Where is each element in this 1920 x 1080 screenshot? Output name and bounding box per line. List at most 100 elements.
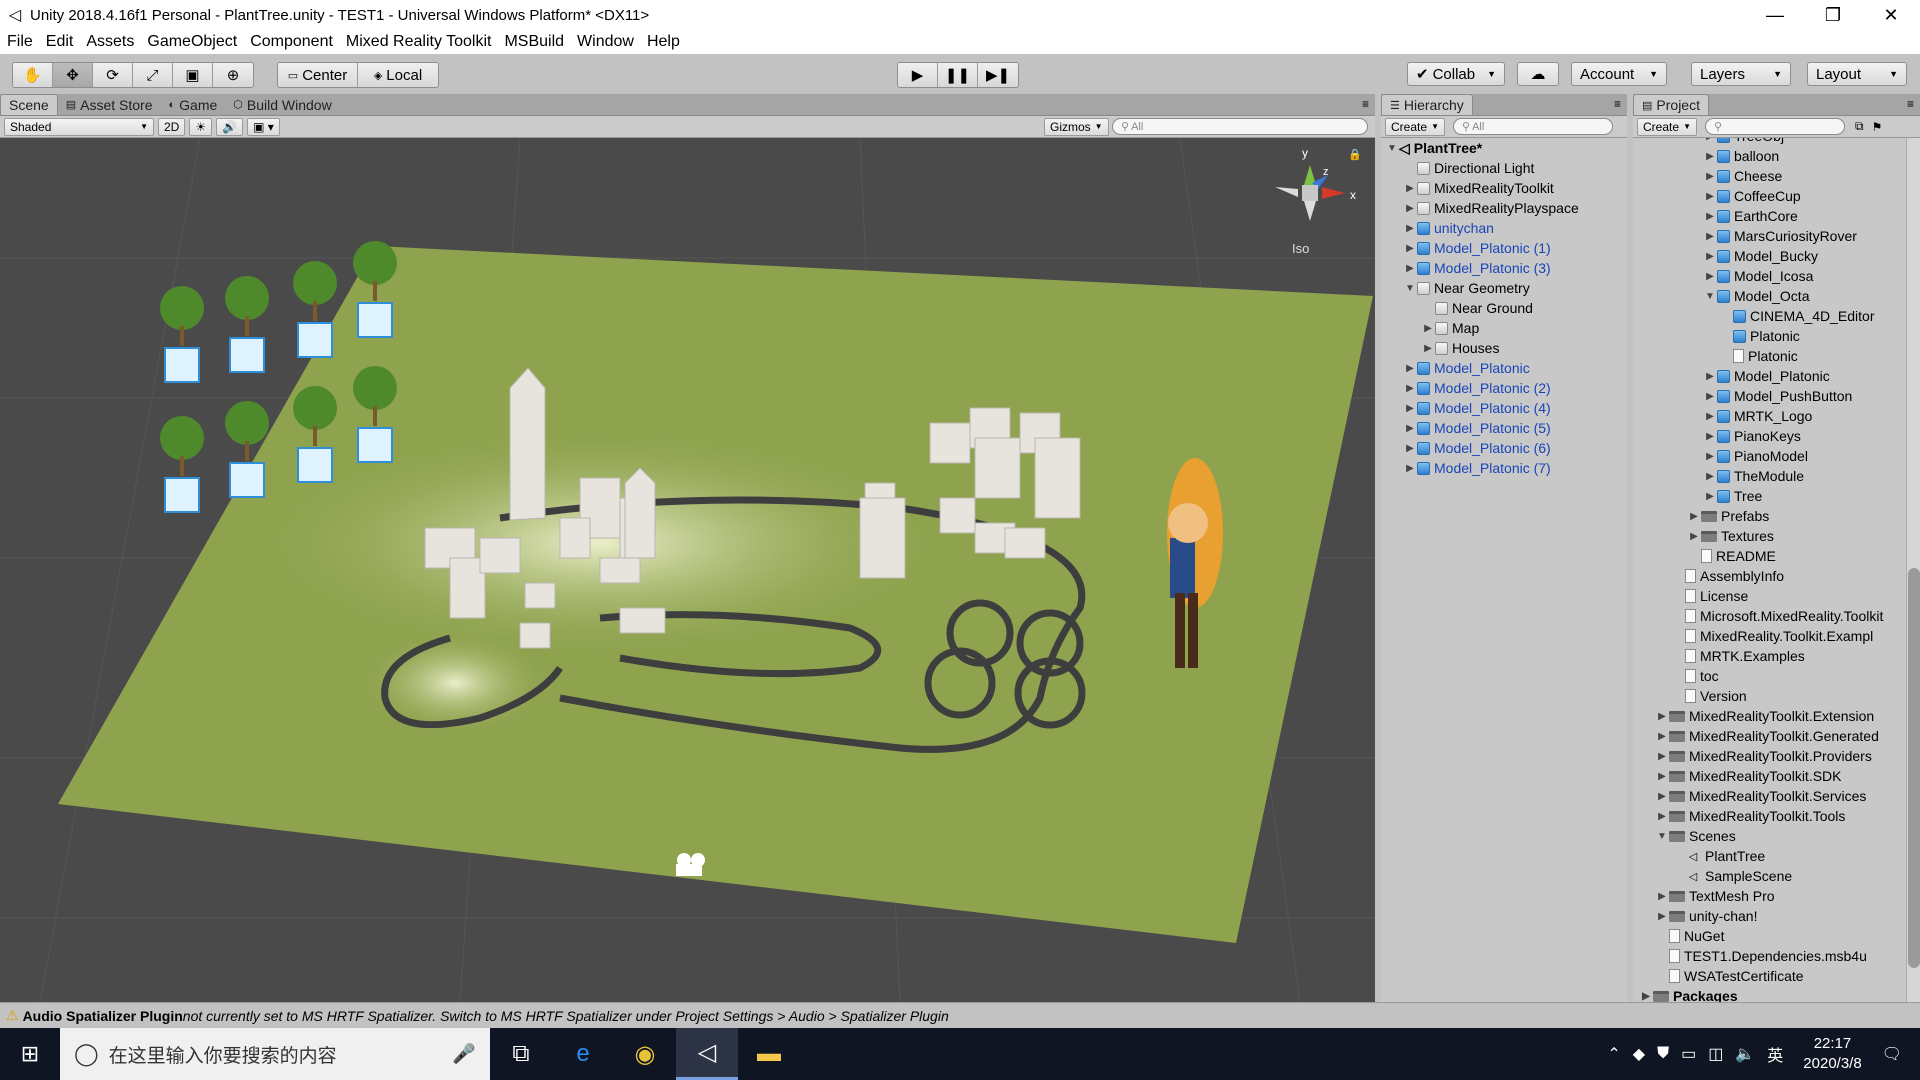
- shield-icon[interactable]: ⛊: [1657, 1045, 1669, 1063]
- hierarchy-create-dropdown[interactable]: Create ▼: [1385, 117, 1445, 136]
- project-item[interactable]: ▶ Cheese: [1633, 166, 1920, 186]
- expand-arrow-icon[interactable]: ▶: [1421, 323, 1435, 334]
- hierarchy-item[interactable]: Directional Light: [1381, 158, 1627, 178]
- project-item[interactable]: NuGet: [1633, 926, 1920, 946]
- expand-arrow-icon[interactable]: ▶: [1703, 411, 1717, 422]
- project-item[interactable]: ◁ PlantTree: [1633, 846, 1920, 866]
- taskbar-search-input[interactable]: ◯ 在这里输入你要搜索的内容 🎤: [60, 1028, 490, 1080]
- project-item[interactable]: Platonic: [1633, 326, 1920, 346]
- hierarchy-item[interactable]: ▶ Model_Platonic (3): [1381, 258, 1627, 278]
- project-item[interactable]: ▶ Prefabs: [1633, 506, 1920, 526]
- unity-app-icon[interactable]: ◁: [676, 1028, 738, 1080]
- shading-dropdown[interactable]: Shaded ▼: [4, 117, 154, 136]
- rect-tool-icon[interactable]: ▣: [173, 63, 213, 87]
- scene-viewport[interactable]: y z x Iso 🔒: [0, 138, 1375, 1002]
- collab-dropdown[interactable]: ✔ Collab ▼: [1407, 62, 1505, 86]
- expand-arrow-icon[interactable]: ▶: [1655, 811, 1669, 822]
- transform-tool-icon[interactable]: ⊕: [213, 63, 253, 87]
- menu-edit[interactable]: Edit: [39, 33, 80, 51]
- cloud-button[interactable]: ☁: [1517, 62, 1559, 86]
- project-item[interactable]: ▶ TextMesh Pro: [1633, 886, 1920, 906]
- ime-indicator[interactable]: 英: [1767, 1042, 1783, 1066]
- play-icon[interactable]: ▶: [898, 63, 938, 87]
- project-item[interactable]: toc: [1633, 666, 1920, 686]
- pivot-local-button[interactable]: ◈ Local: [358, 63, 438, 87]
- hierarchy-item[interactable]: ▶ Houses: [1381, 338, 1627, 358]
- project-item[interactable]: ▶ EarthCore: [1633, 206, 1920, 226]
- project-item[interactable]: ▶ Textures: [1633, 526, 1920, 546]
- audio-toggle-icon[interactable]: 🔊: [216, 117, 244, 136]
- project-item[interactable]: ▼ Scenes: [1633, 826, 1920, 846]
- expand-arrow-icon[interactable]: ▶: [1639, 991, 1653, 1002]
- project-item[interactable]: ▶ PianoKeys: [1633, 426, 1920, 446]
- minimize-button[interactable]: —: [1746, 0, 1804, 30]
- hierarchy-item[interactable]: ▶ Model_Platonic (7): [1381, 458, 1627, 478]
- expand-arrow-icon[interactable]: ▶: [1703, 138, 1717, 142]
- project-item[interactable]: ▶ Tree: [1633, 486, 1920, 506]
- project-item[interactable]: Version: [1633, 686, 1920, 706]
- tab-scene[interactable]: Scene: [0, 94, 58, 115]
- expand-arrow-icon[interactable]: ▼: [1385, 143, 1399, 154]
- project-item[interactable]: CINEMA_4D_Editor: [1633, 306, 1920, 326]
- file-explorer-icon[interactable]: ▬: [738, 1028, 800, 1080]
- project-item[interactable]: ▶ MixedRealityToolkit.Services: [1633, 786, 1920, 806]
- project-item[interactable]: ▶ balloon: [1633, 146, 1920, 166]
- expand-arrow-icon[interactable]: ▶: [1403, 403, 1417, 414]
- hierarchy-item[interactable]: ▶ Model_Platonic (6): [1381, 438, 1627, 458]
- expand-arrow-icon[interactable]: ▶: [1655, 911, 1669, 922]
- lock-icon[interactable]: 🔒: [1348, 148, 1362, 161]
- project-item[interactable]: ▶ MixedRealityToolkit.Tools: [1633, 806, 1920, 826]
- project-item[interactable]: ▶ CoffeeCup: [1633, 186, 1920, 206]
- project-item[interactable]: ▶ Model_Icosa: [1633, 266, 1920, 286]
- menu-msbuild[interactable]: MSBuild: [497, 33, 570, 51]
- status-bar[interactable]: ⚠ Audio Spatializer Plugin not currently…: [0, 1002, 1920, 1028]
- project-scrollbar[interactable]: [1906, 138, 1920, 1002]
- hierarchy-root-scene[interactable]: ▼ ◁ PlantTree*: [1381, 138, 1627, 158]
- expand-arrow-icon[interactable]: ▶: [1655, 751, 1669, 762]
- hierarchy-item[interactable]: Near Ground: [1381, 298, 1627, 318]
- hierarchy-item[interactable]: ▶ Model_Platonic (1): [1381, 238, 1627, 258]
- project-create-dropdown[interactable]: Create ▼: [1637, 117, 1697, 136]
- panel-menu-icon[interactable]: ≡: [1362, 97, 1369, 111]
- project-menu-icon[interactable]: ≡: [1907, 97, 1914, 111]
- taskbar-clock[interactable]: 22:17 2020/3/8: [1803, 1034, 1861, 1074]
- expand-arrow-icon[interactable]: ▶: [1703, 231, 1717, 242]
- expand-arrow-icon[interactable]: ▶: [1655, 891, 1669, 902]
- task-view-icon[interactable]: ⧉: [490, 1028, 552, 1080]
- project-item[interactable]: ▶ MixedRealityToolkit.Generated: [1633, 726, 1920, 746]
- expand-arrow-icon[interactable]: ▶: [1703, 151, 1717, 162]
- filter-type-icon[interactable]: ⧉: [1855, 119, 1864, 134]
- project-item[interactable]: ▶ MixedRealityToolkit.Extension: [1633, 706, 1920, 726]
- project-item[interactable]: ▶ TheModule: [1633, 466, 1920, 486]
- layers-dropdown[interactable]: Layers ▼: [1691, 62, 1791, 86]
- orientation-gizmo[interactable]: y z x Iso: [1275, 146, 1356, 256]
- battery-icon[interactable]: ▭: [1681, 1044, 1696, 1064]
- project-item[interactable]: ▶ unity-chan!: [1633, 906, 1920, 926]
- menu-file[interactable]: File: [0, 33, 39, 51]
- expand-arrow-icon[interactable]: ▶: [1403, 223, 1417, 234]
- microphone-icon[interactable]: 🎤: [452, 1042, 476, 1066]
- tab-game[interactable]: ◐ Game: [160, 94, 225, 115]
- project-item[interactable]: WSATestCertificate: [1633, 966, 1920, 986]
- expand-arrow-icon[interactable]: ▶: [1703, 391, 1717, 402]
- hierarchy-menu-icon[interactable]: ≡: [1614, 97, 1621, 111]
- expand-arrow-icon[interactable]: ▶: [1703, 491, 1717, 502]
- project-item[interactable]: ▶ MixedRealityToolkit.SDK: [1633, 766, 1920, 786]
- network-icon[interactable]: ◫: [1708, 1044, 1723, 1064]
- notification-icon[interactable]: 🗨: [1882, 1044, 1902, 1064]
- tab-project[interactable]: ▤ Project: [1633, 94, 1709, 115]
- project-item[interactable]: ▶ PianoModel: [1633, 446, 1920, 466]
- hierarchy-item[interactable]: ▶ MixedRealityPlayspace: [1381, 198, 1627, 218]
- scene-search-input[interactable]: ⚲ All: [1112, 118, 1368, 135]
- expand-arrow-icon[interactable]: ▶: [1655, 731, 1669, 742]
- hierarchy-item[interactable]: ▶ Model_Platonic (5): [1381, 418, 1627, 438]
- expand-arrow-icon[interactable]: ▶: [1703, 431, 1717, 442]
- pause-icon[interactable]: ❚❚: [938, 63, 978, 87]
- tab-asset-store[interactable]: ▤ Asset Store: [58, 94, 161, 115]
- expand-arrow-icon[interactable]: ▶: [1403, 443, 1417, 454]
- expand-arrow-icon[interactable]: ▼: [1403, 283, 1417, 294]
- project-item[interactable]: MixedReality.Toolkit.Exampl: [1633, 626, 1920, 646]
- effects-dropdown-icon[interactable]: ▣ ▾: [247, 117, 280, 136]
- hand-tool-icon[interactable]: ✋: [13, 63, 53, 87]
- expand-arrow-icon[interactable]: ▶: [1655, 711, 1669, 722]
